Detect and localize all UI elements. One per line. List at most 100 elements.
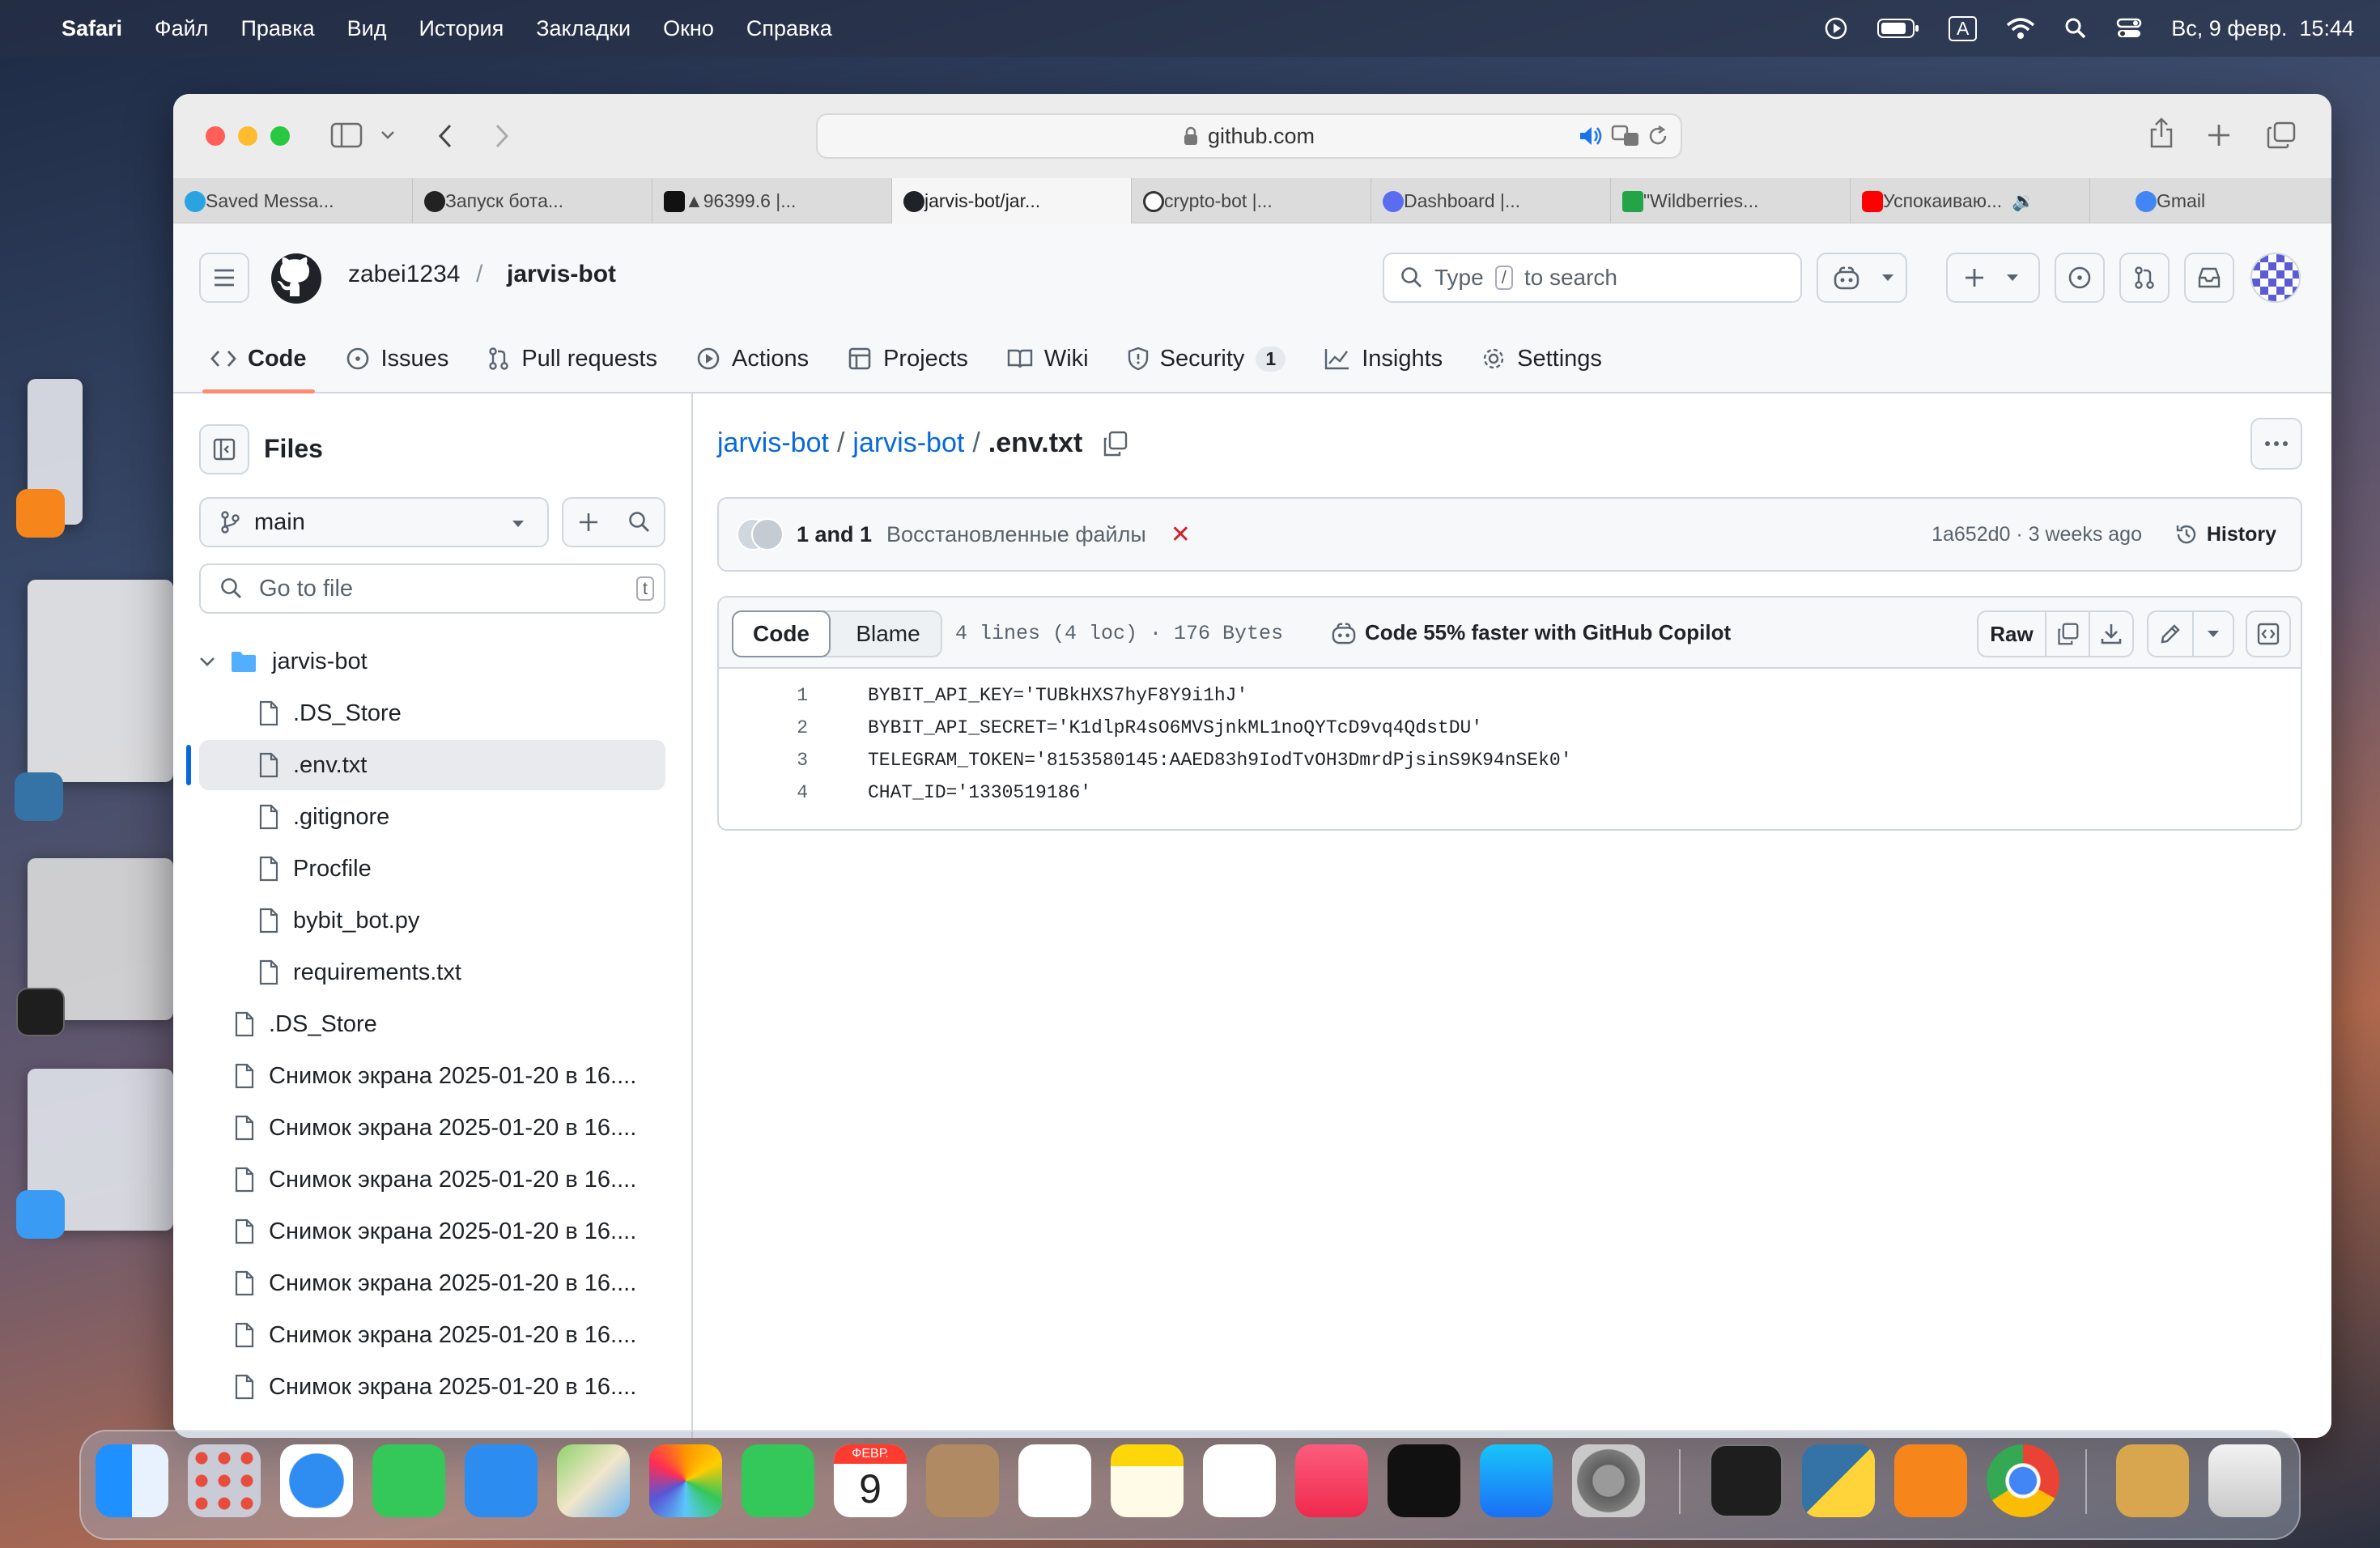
launchpad-icon[interactable] [188, 1444, 261, 1517]
freeform-icon[interactable] [1203, 1444, 1276, 1517]
tab-audio-icon[interactable]: 🔉 [2012, 190, 2035, 212]
reload-icon[interactable] [1647, 125, 1669, 147]
tab-settings[interactable]: Settings [1481, 324, 1602, 393]
sidebar-toggle-icon[interactable] [330, 121, 363, 149]
line-number[interactable]: 3 [759, 750, 808, 771]
notes-icon[interactable] [1111, 1444, 1184, 1517]
tab-code[interactable]: Code [202, 324, 314, 393]
python-launcher-icon[interactable] [1802, 1444, 1875, 1517]
system-settings-icon[interactable] [1572, 1444, 1645, 1517]
control-center-icon[interactable] [2116, 17, 2142, 40]
battery-icon[interactable] [1876, 18, 1919, 39]
menu-view[interactable]: Вид [347, 16, 387, 41]
app-store-icon[interactable] [1480, 1444, 1553, 1517]
maps-icon[interactable] [557, 1444, 630, 1517]
trash-icon[interactable] [2208, 1444, 2281, 1517]
menu-edit[interactable]: Правка [240, 16, 314, 41]
tree-item[interactable]: requirements.txt [248, 947, 665, 997]
chrome-icon[interactable] [1987, 1444, 2059, 1517]
copy-path-icon[interactable] [1102, 431, 1128, 457]
symbols-panel-button[interactable] [2246, 610, 2291, 657]
menu-app-name[interactable]: Safari [62, 16, 122, 41]
menu-bookmarks[interactable]: Закладки [536, 16, 631, 41]
safari-icon[interactable] [280, 1444, 353, 1517]
line-number[interactable]: 2 [759, 717, 808, 738]
audio-playing-icon[interactable] [1579, 125, 1603, 147]
copilot-button[interactable] [1817, 253, 1907, 303]
tab-security[interactable]: Security 1 [1128, 324, 1286, 393]
tab-tradingview[interactable]: ▲96399.6 |... [652, 178, 892, 223]
menu-clock[interactable]: Вс, 9 февр. 15:44 [2171, 16, 2354, 41]
blame-view-button[interactable]: Blame [834, 610, 942, 657]
tv-icon[interactable] [1388, 1444, 1460, 1517]
edit-file-button[interactable] [2147, 610, 2194, 657]
tree-item[interactable]: Снимок экрана 2025-01-20 в 16.... [199, 1206, 665, 1257]
mail-icon[interactable] [465, 1444, 538, 1517]
tab-chatgpt[interactable]: Запуск бота... [413, 178, 652, 223]
share-icon[interactable] [2148, 117, 2174, 149]
metamask-icon[interactable] [1894, 1444, 1967, 1517]
collapse-sidebar-button[interactable] [199, 424, 249, 474]
commit-meta[interactable]: 1a652d0 · 3 weeks ago [1932, 523, 2142, 546]
music-icon[interactable] [1295, 1444, 1368, 1517]
code-view-button[interactable]: Code [732, 610, 831, 657]
calendar-icon[interactable]: ФЕВР. 9 [834, 1444, 907, 1517]
pull-requests-nav-button[interactable] [2119, 253, 2170, 303]
tree-item[interactable]: .gitignore [248, 792, 665, 842]
zoom-button[interactable] [270, 126, 290, 146]
hamburger-menu-button[interactable] [199, 253, 249, 303]
menu-window[interactable]: Окно [663, 16, 714, 41]
menu-file[interactable]: Файл [155, 16, 208, 41]
search-input[interactable]: Type / to search [1383, 253, 1802, 303]
tab-dashboard[interactable]: Dashboard |... [1371, 178, 1611, 223]
more-options-button[interactable] [2250, 418, 2302, 470]
line-number[interactable]: 4 [759, 782, 808, 803]
tree-item[interactable]: Снимок экрана 2025-01-20 в 16.... [199, 1155, 665, 1205]
edit-options-dropdown[interactable] [2192, 610, 2234, 657]
folder-row-jarvis-bot[interactable]: jarvis-bot [199, 636, 665, 687]
tab-gmail[interactable]: Gmail [2090, 178, 2331, 223]
history-button[interactable]: History [2174, 522, 2276, 546]
repo-name-link[interactable]: jarvis-bot [507, 261, 616, 288]
input-source-icon[interactable]: A [1948, 15, 1978, 41]
copilot-promo[interactable]: Code 55% faster with GitHub Copilot [1331, 620, 1731, 645]
repo-owner-link[interactable]: zabei1234 [348, 261, 460, 288]
stage-manager-thumbnail[interactable] [28, 580, 173, 782]
finder-icon[interactable] [96, 1444, 168, 1517]
breadcrumb-folder-link[interactable]: jarvis-bot [852, 427, 964, 459]
minimize-button[interactable] [238, 126, 257, 146]
terminal-icon[interactable] [1710, 1444, 1783, 1517]
reminders-icon[interactable] [1018, 1444, 1091, 1517]
tab-insights[interactable]: Insights [1324, 324, 1443, 393]
tab-youtube[interactable]: Успокаиваю... 🔉 [1851, 178, 2090, 223]
tab-telegram[interactable]: Saved Messa... [173, 178, 413, 223]
tab-actions[interactable]: Actions [696, 324, 809, 393]
tree-item[interactable]: Снимок экрана 2025-01-20 в 16.... [199, 1103, 665, 1153]
tree-item[interactable]: .DS_Store [248, 688, 665, 738]
tree-item[interactable]: bybit_bot.py [248, 895, 665, 946]
facetime-icon[interactable] [742, 1444, 814, 1517]
tree-item[interactable]: Procfile [248, 844, 665, 894]
now-playing-icon[interactable] [1824, 16, 1848, 40]
go-to-file-input[interactable]: Go to file t [199, 563, 665, 614]
back-icon[interactable] [437, 123, 453, 149]
tab-wiki[interactable]: Wiki [1007, 324, 1089, 393]
avatar[interactable] [2250, 253, 2301, 303]
tree-item-selected[interactable]: .env.txt [199, 740, 665, 790]
tab-wildberries-sheet[interactable]: "Wildberries... [1611, 178, 1851, 223]
tree-item[interactable]: Снимок экрана 2025-01-20 в 16.... [199, 1051, 665, 1101]
tab-issues[interactable]: Issues [346, 324, 448, 393]
translate-icon[interactable] [1611, 125, 1640, 147]
github-logo-icon[interactable] [270, 253, 322, 304]
commit-message[interactable]: Восстановленные файлы [886, 522, 1146, 547]
issues-nav-button[interactable] [2055, 253, 2105, 303]
address-bar[interactable]: github.com [816, 113, 1682, 159]
new-tab-icon[interactable] [2207, 123, 2231, 147]
chevron-down-icon[interactable] [380, 130, 395, 141]
search-icon[interactable] [628, 511, 651, 534]
tree-item[interactable]: .DS_Store [199, 999, 665, 1049]
archive-utility-icon[interactable] [2116, 1444, 2189, 1517]
create-new-button[interactable] [1946, 253, 2040, 303]
menu-history[interactable]: История [419, 16, 504, 41]
spotlight-search-icon[interactable] [2064, 17, 2087, 40]
